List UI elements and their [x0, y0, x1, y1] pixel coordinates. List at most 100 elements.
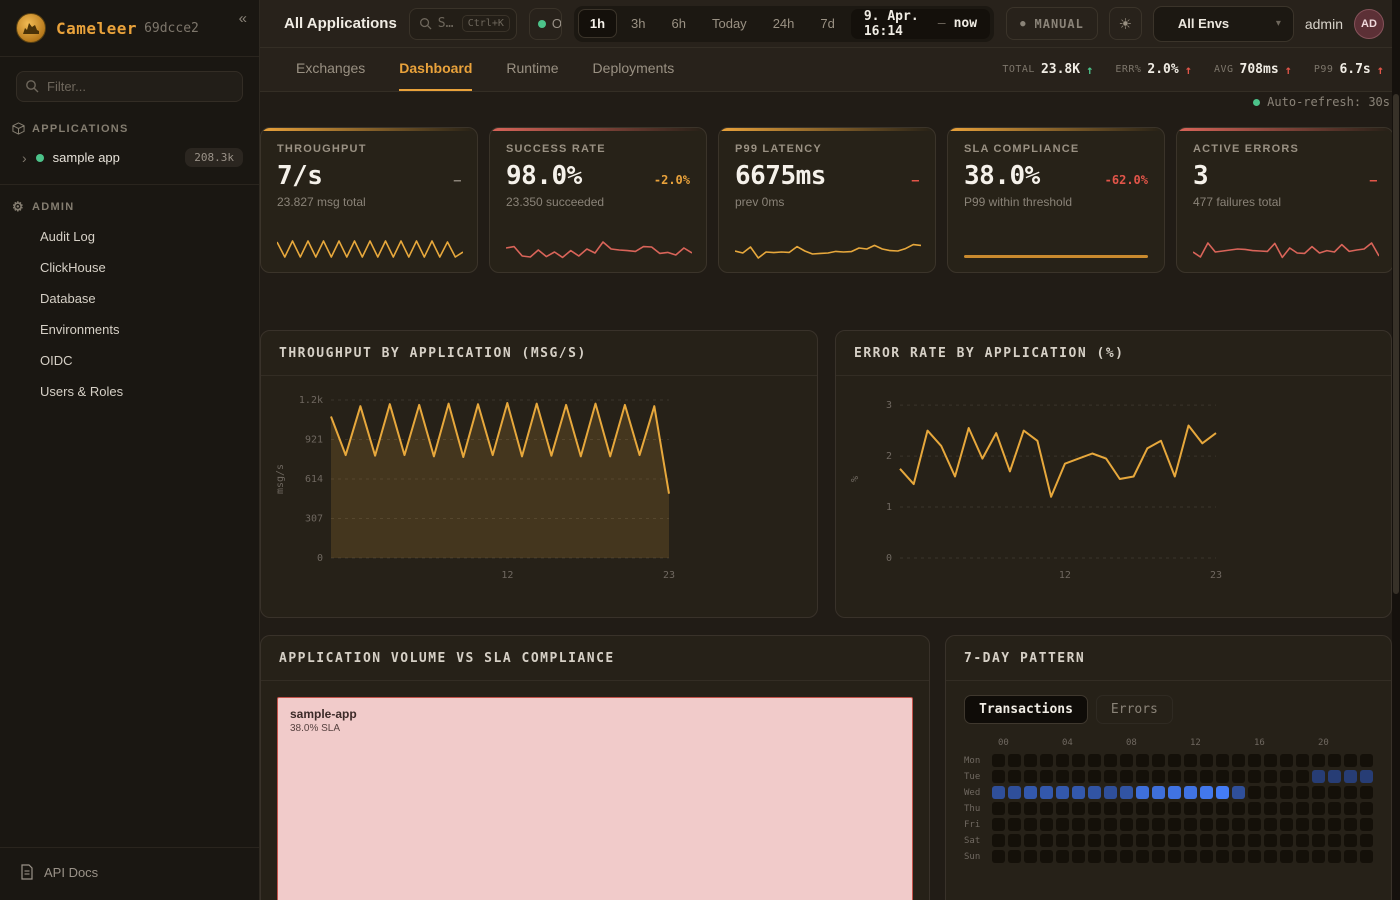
- kpi-delta: -62.0%: [1105, 173, 1148, 187]
- tab-errors[interactable]: Errors: [1096, 695, 1173, 724]
- sidebar-item-audit-log[interactable]: Audit Log: [0, 221, 259, 252]
- sidebar-filter: [16, 71, 243, 102]
- theme-toggle-button[interactable]: ☀: [1109, 7, 1142, 40]
- expand-chevron-icon[interactable]: ›: [22, 150, 27, 166]
- sidebar-item-sample-app[interactable]: › sample app 208.3k: [0, 141, 259, 174]
- heatmap-cell: [1088, 786, 1101, 799]
- heatmap-cell: [1312, 770, 1325, 783]
- heatmap-cell: [1280, 754, 1293, 767]
- heatmap-cell: [992, 834, 1005, 847]
- svg-text:307: 307: [305, 514, 323, 525]
- username-label: admin: [1305, 16, 1343, 32]
- range-24h[interactable]: 24h: [761, 9, 807, 38]
- connection-status-pill[interactable]: O: [529, 8, 562, 40]
- sidebar-item-oidc[interactable]: OIDC: [0, 345, 259, 376]
- heatmap-cell: [1360, 850, 1373, 863]
- status-dot: [538, 20, 546, 28]
- range-1h[interactable]: 1h: [578, 9, 617, 38]
- hour-label: 00: [998, 738, 1009, 748]
- heatmap-cell: [1184, 850, 1197, 863]
- heatmap-cell: [1120, 834, 1133, 847]
- sidebar-header: Cameleer 69dcce2 «: [0, 0, 259, 57]
- range-3h[interactable]: 3h: [619, 9, 657, 38]
- heatmap-cell: [1088, 754, 1101, 767]
- sidebar-item-users-roles[interactable]: Users & Roles: [0, 376, 259, 407]
- range-7d[interactable]: 7d: [808, 9, 846, 38]
- heatmap-cell: [1152, 802, 1165, 815]
- pattern-tabs: Transactions Errors: [964, 695, 1373, 724]
- heatmap-cell: [1360, 834, 1373, 847]
- heatmap-cell: [1056, 786, 1069, 799]
- kpi-delta: –: [454, 173, 461, 187]
- hour-label: 04: [1062, 738, 1073, 748]
- heatmap-cell: [992, 754, 1005, 767]
- svg-text:msg/s: msg/s: [275, 464, 286, 494]
- svg-text:23: 23: [1210, 570, 1222, 581]
- filter-input[interactable]: [16, 71, 243, 102]
- tab-transactions[interactable]: Transactions: [964, 695, 1088, 724]
- heatmap-cell: [1056, 834, 1069, 847]
- heatmap-cell: [992, 818, 1005, 831]
- chevron-down-icon: ▾: [1276, 18, 1281, 29]
- arrow-up-icon: ↑: [1377, 63, 1384, 77]
- heatmap-cell: [1248, 754, 1261, 767]
- topbar-right: ● MANUAL ☀ All Envs ▾ admin AD: [1006, 6, 1384, 42]
- main-area: All Applications S… Ctrl+K O 1h 3h 6h To…: [260, 0, 1400, 900]
- heatmap-cell: [1008, 754, 1021, 767]
- heatmap-cell: [1168, 754, 1181, 767]
- sidebar-item-database[interactable]: Database: [0, 283, 259, 314]
- heatmap-cell: [1040, 802, 1053, 815]
- page-title: All Applications: [284, 15, 397, 32]
- heatmap-cell: [1232, 850, 1245, 863]
- heatmap-cell: [1344, 818, 1357, 831]
- tab-dashboard[interactable]: Dashboard: [399, 48, 472, 91]
- heatmap-cell: [1296, 786, 1309, 799]
- heatmap-cell: [1360, 786, 1373, 799]
- environment-select[interactable]: All Envs ▾: [1153, 6, 1294, 42]
- kpi-sparkline: [1193, 236, 1379, 262]
- range-6h[interactable]: 6h: [660, 9, 698, 38]
- panel-title: THROUGHPUT BY APPLICATION (MSG/S): [279, 346, 587, 361]
- cube-icon: [12, 122, 25, 135]
- heatmap-cell: [1232, 754, 1245, 767]
- scrollbar-thumb[interactable]: [1393, 94, 1399, 594]
- heatmap-cell: [1120, 786, 1133, 799]
- arrow-up-icon: ↑: [1185, 63, 1192, 77]
- kpi-delta: –: [1370, 173, 1377, 187]
- manual-refresh-button[interactable]: ● MANUAL: [1006, 7, 1098, 40]
- svg-text:1.2k: 1.2k: [299, 395, 323, 406]
- heatmap-row-mon: Mon: [964, 754, 1373, 767]
- error-rate-chart: 32101223%: [844, 382, 1384, 612]
- heatmap-cell: [992, 770, 1005, 783]
- heatmap-cell: [1296, 754, 1309, 767]
- heatmap-cell: [1264, 850, 1277, 863]
- heatmap-cell: [1312, 834, 1325, 847]
- heatmap-cell: [1280, 818, 1293, 831]
- heatmap-cell: [1136, 786, 1149, 799]
- panel-header: APPLICATION VOLUME VS SLA COMPLIANCE: [261, 636, 929, 681]
- day-label: Fri: [964, 820, 988, 830]
- tab-deployments[interactable]: Deployments: [593, 48, 675, 91]
- heatmap-cell: [1232, 818, 1245, 831]
- heatmap-cell: [1184, 802, 1197, 815]
- range-today[interactable]: Today: [700, 9, 759, 38]
- heatmap-cell: [1216, 834, 1229, 847]
- sidebar-item-clickhouse[interactable]: ClickHouse: [0, 252, 259, 283]
- heatmap-cell: [1216, 770, 1229, 783]
- sidebar-item-api-docs[interactable]: API Docs: [0, 847, 259, 900]
- sidebar-collapse-icon[interactable]: «: [239, 10, 247, 27]
- treemap-node-sample-app[interactable]: sample-app 38.0% SLA: [277, 697, 913, 900]
- heatmap-cell: [1120, 818, 1133, 831]
- date-range-display[interactable]: 9. Apr. 16:14 – now: [851, 9, 990, 39]
- tab-runtime[interactable]: Runtime: [506, 48, 558, 91]
- svg-text:0: 0: [886, 553, 892, 564]
- user-avatar[interactable]: AD: [1354, 9, 1384, 39]
- dashboard-content: THROUGHPUT 7/s– 23.827 msg total SUCCESS…: [260, 112, 1400, 900]
- global-search[interactable]: S… Ctrl+K: [409, 8, 517, 40]
- vertical-scrollbar: [1392, 0, 1400, 900]
- heatmap-cell: [1200, 754, 1213, 767]
- svg-text:921: 921: [305, 435, 323, 446]
- tab-exchanges[interactable]: Exchanges: [296, 48, 365, 91]
- panel-volume-vs-sla: APPLICATION VOLUME VS SLA COMPLIANCE sam…: [260, 635, 930, 900]
- sidebar-item-environments[interactable]: Environments: [0, 314, 259, 345]
